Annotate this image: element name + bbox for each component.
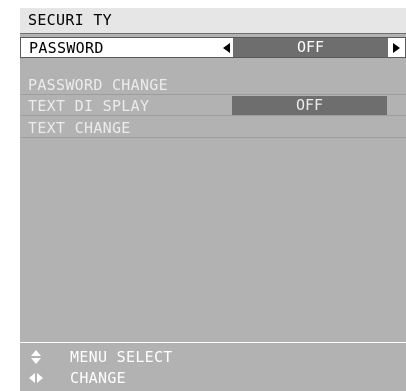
menu-item-label: PASSWORD CHANGE [28,76,168,94]
left-right-arrows-icon [29,373,43,383]
menu-title-bar: SECURI TY [20,8,406,34]
footer-change-label: CHANGE [70,369,126,387]
menu-item-password-change[interactable]: PASSWORD CHANGE [20,74,406,95]
footer-hint-menu-select: MENU SELECT [20,347,406,367]
menu-item-text-display[interactable]: TEXT DI SPLAY OFF [20,95,406,116]
up-down-arrows-icon [31,350,41,364]
password-value[interactable]: OFF [233,38,388,57]
footer-menu-select-label: MENU SELECT [70,348,173,366]
footer-hint-change: CHANGE [20,368,406,388]
security-menu-panel: SECURI TY PASSWORD OFF PASSWORD CHANGE T… [20,8,406,391]
menu-item-label: TEXT CHANGE [28,119,131,137]
menu-item-label: PASSWORD [29,39,104,57]
menu-item-password[interactable]: PASSWORD OFF [20,37,406,58]
triangle-left-icon[interactable] [223,43,230,53]
text-display-value[interactable]: OFF [232,96,387,115]
menu-item-label: TEXT DI SPLAY [28,97,150,115]
triangle-right-icon[interactable] [393,43,400,53]
footer-divider [20,342,406,343]
menu-title: SECURI TY [28,11,112,29]
menu-item-text-change[interactable]: TEXT CHANGE [20,117,406,138]
